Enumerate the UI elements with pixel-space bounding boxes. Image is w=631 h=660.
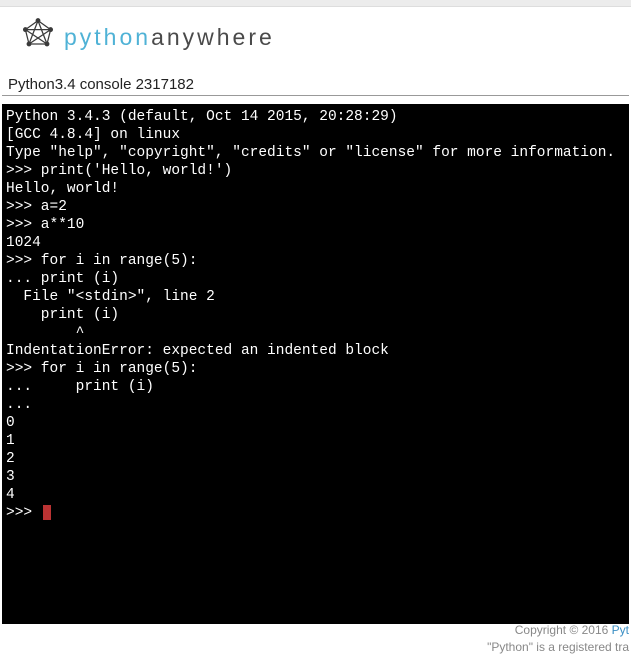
terminal-line: 2	[6, 450, 625, 468]
terminal-line: ... print (i)	[6, 270, 625, 288]
terminal-line: 1024	[6, 234, 625, 252]
copyright-link[interactable]: Pyt	[612, 623, 629, 637]
terminal-line: ... print (i)	[6, 378, 625, 396]
terminal-line: print (i)	[6, 306, 625, 324]
brand-part1: python	[64, 24, 151, 50]
terminal-line: Type "help", "copyright", "credits" or "…	[6, 144, 625, 162]
console-title: Python3.4 console 2317182	[2, 72, 629, 96]
brand-logo[interactable]: pythonanywhere	[20, 17, 275, 58]
site-header: pythonanywhere	[0, 7, 631, 64]
terminal-line: >>>	[6, 504, 625, 522]
terminal-line: File "<stdin>", line 2	[6, 288, 625, 306]
terminal[interactable]: Python 3.4.3 (default, Oct 14 2015, 20:2…	[2, 104, 629, 624]
terminal-line: Hello, world!	[6, 180, 625, 198]
terminal-line: >>> a**10	[6, 216, 625, 234]
terminal-line: >>> print('Hello, world!')	[6, 162, 625, 180]
brand-text: pythonanywhere	[64, 24, 275, 51]
terminal-line: 0	[6, 414, 625, 432]
trademark-text: "Python" is a registered tra	[487, 639, 629, 656]
terminal-line: >>> a=2	[6, 198, 625, 216]
terminal-line: ...	[6, 396, 625, 414]
terminal-line: [GCC 4.8.4] on linux	[6, 126, 625, 144]
page-footer: Copyright © 2016 Pyt "Python" is a regis…	[487, 622, 631, 656]
terminal-line: 3	[6, 468, 625, 486]
terminal-cursor	[43, 505, 51, 520]
terminal-line: Python 3.4.3 (default, Oct 14 2015, 20:2…	[6, 108, 625, 126]
window-topbar	[0, 0, 631, 7]
terminal-line: >>> for i in range(5):	[6, 252, 625, 270]
terminal-line: 4	[6, 486, 625, 504]
copyright-prefix: Copyright © 2016	[515, 623, 612, 637]
brand-part2: anywhere	[151, 24, 275, 50]
terminal-line: >>> for i in range(5):	[6, 360, 625, 378]
terminal-line: ^	[6, 324, 625, 342]
terminal-line: 1	[6, 432, 625, 450]
pythonanywhere-logo-icon	[20, 17, 56, 58]
terminal-line: IndentationError: expected an indented b…	[6, 342, 625, 360]
